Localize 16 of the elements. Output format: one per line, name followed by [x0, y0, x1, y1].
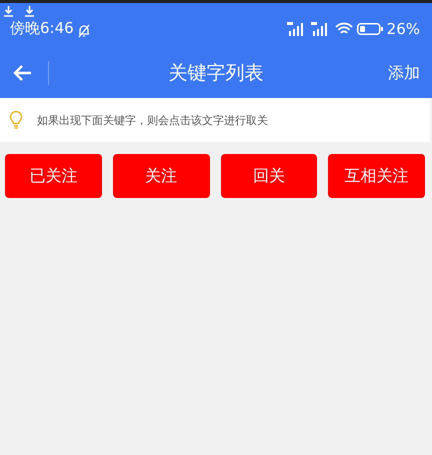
back-button[interactable]: [12, 64, 32, 82]
download-icon: [25, 6, 34, 17]
lightbulb-icon: [9, 111, 23, 129]
download-icon: [4, 6, 13, 17]
add-button[interactable]: 添加: [388, 62, 420, 84]
battery-icon: [356, 23, 383, 35]
keyword-button[interactable]: 互相关注: [328, 154, 425, 198]
alarm-off-icon: [76, 24, 91, 38]
keyword-button[interactable]: 已关注: [5, 154, 102, 198]
status-time: 傍晚6:46: [10, 19, 74, 38]
keyword-button[interactable]: 关注: [112, 154, 210, 198]
keyword-button[interactable]: 回关: [220, 154, 318, 198]
battery-percent: 26%: [386, 20, 420, 38]
wifi-icon: [334, 22, 353, 36]
page-title: 关键字列表: [168, 61, 264, 86]
tip-text: 如果出现下面关键字，则会点击该文字进行取关: [37, 112, 268, 128]
